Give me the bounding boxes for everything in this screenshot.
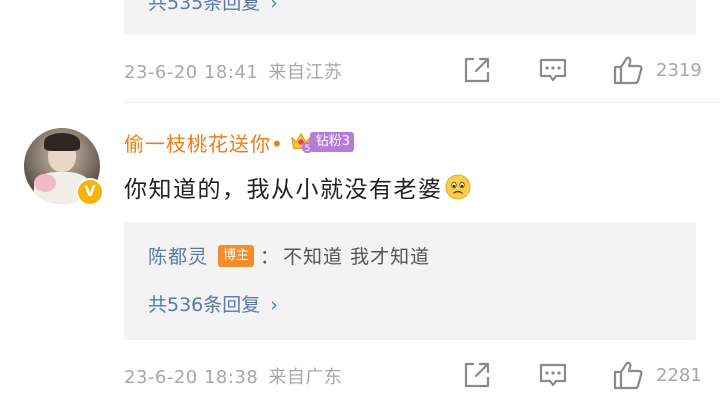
comment-location: 来自广东 [268,367,343,388]
comment-body: 你知道的，我从小就没有老婆 [124,170,471,204]
prev-reply-count-label: 共535条回复 [148,0,261,14]
comment-text: 你知道的，我从小就没有老婆 [124,177,443,203]
prev-comment-timestamp: 23-6-20 18:41 来自江苏 [124,58,342,84]
verified-badge-icon: V [76,178,104,206]
comment-timestamp: 23-6-20 18:38 来自广东 [124,363,342,389]
fan-badge[interactable]: 5 钻粉3 [288,130,355,154]
prev-like-count: 2319 [656,59,702,81]
prev-reply-box[interactable]: 共535条回复 › [124,0,696,35]
comment-meta: 23-6-20 18:38 来自广东 2281 [124,357,702,393]
avatar-hair-shape [44,133,80,151]
reply-count-link[interactable]: 共536条回复 › [148,290,278,317]
comment-button[interactable] [538,357,568,393]
comment-divider [124,102,720,103]
weibo-comment-feed: 共535条回复 › 23-6-20 18:41 来自江苏 2319 V 偷一枝桃… [0,0,720,405]
thumb-up-icon [613,56,643,85]
like-count: 2281 [656,364,702,386]
prev-comment-location: 来自江苏 [268,62,343,83]
crown-icon: 5 [291,133,313,154]
avatar[interactable]: V [24,128,104,206]
reply-colon: ： [260,246,280,268]
fan-badge-label: 钻粉3 [309,132,355,152]
like-button[interactable]: 2281 [612,357,702,393]
share-icon [464,362,490,388]
share-button[interactable] [462,357,492,393]
prev-share-button[interactable] [462,52,492,88]
share-icon [464,57,490,83]
prev-comment-button[interactable] [538,52,568,88]
avatar-flowers-shape [34,174,56,192]
reply-box[interactable]: 陈都灵 博主 ： 不知道 我才知道 共536条回复 › [124,222,696,340]
username-link[interactable]: 偷一枝桃花送你• [124,128,284,157]
prev-comment-meta: 23-6-20 18:41 来自江苏 2319 [124,52,702,88]
fan-level-number: 5 [304,143,310,154]
chevron-right-icon: › [270,0,278,14]
comment-date: 23-6-20 18:38 [124,367,259,388]
prev-reply-count-link[interactable]: 共535条回复 › [148,0,278,15]
reply-text: 不知道 我才知道 [283,246,431,268]
prev-like-button[interactable]: 2319 [612,52,702,88]
comment-header: 偷一枝桃花送你• 5 钻粉3 [124,128,355,157]
thumb-up-icon [613,361,643,390]
chevron-right-icon: › [270,294,278,316]
prev-comment-date: 23-6-20 18:41 [124,62,259,83]
top-reply: 陈都灵 博主 ： 不知道 我才知道 [148,242,430,269]
comment-icon [539,363,567,387]
comment-icon [539,58,567,82]
host-badge: 博主 [218,244,255,267]
reply-author-link[interactable]: 陈都灵 [148,242,208,269]
sad-face-emoji-icon [445,174,470,200]
reply-count-label: 共536条回复 [148,294,261,316]
